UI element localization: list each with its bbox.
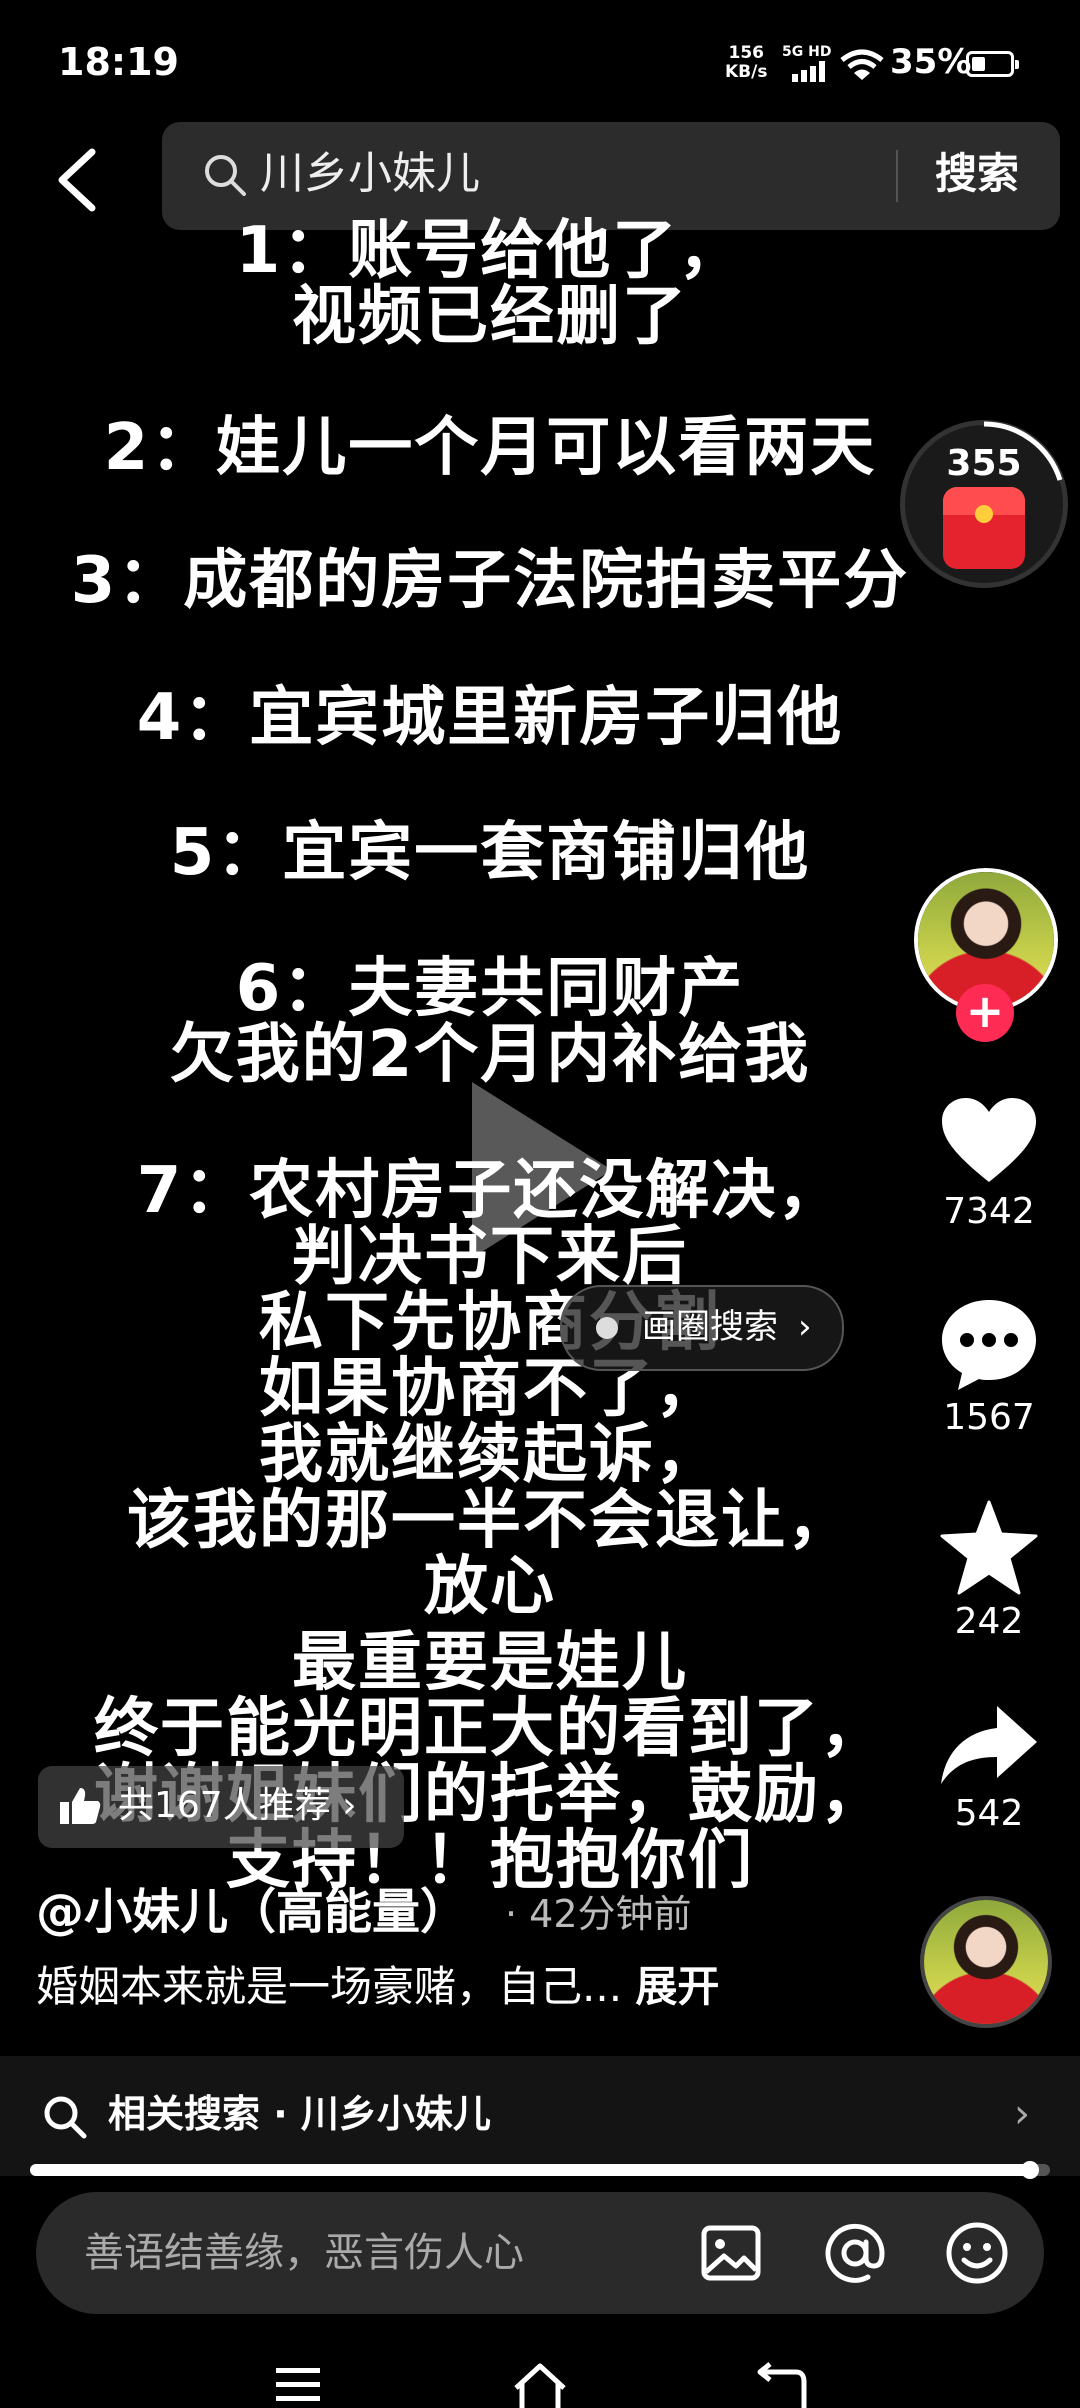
recommend-label: 共167人推荐 › xyxy=(118,1785,357,1826)
description-text: 婚姻本来就是一场豪赌，自己... xyxy=(36,1962,623,2011)
chevron-right-icon: › xyxy=(798,1307,812,1347)
clock: 18:19 xyxy=(58,40,179,84)
search-icon xyxy=(205,155,246,196)
related-search-bar[interactable]: 相关搜索 · 川乡小妹儿 › xyxy=(0,2056,1080,2176)
chevron-right-icon: › xyxy=(1014,2091,1030,2137)
comment-input[interactable]: 善语结善缘，恶言伤人心 xyxy=(84,2222,524,2284)
wifi-icon xyxy=(840,49,884,80)
author-handle[interactable]: @小妹儿（高能量） xyxy=(36,1880,468,1944)
post-time: · 42分钟前 xyxy=(505,1892,692,1936)
network-speed-value: 156 xyxy=(728,43,764,63)
caption-line: 6：夫妻共同财产 xyxy=(235,952,745,1026)
progress-handle[interactable] xyxy=(1021,2161,1039,2179)
comment-count: 1567 xyxy=(943,1397,1035,1438)
caption-line: 我就继续起诉， xyxy=(259,1418,721,1492)
caption-line: 最重要是娃儿 xyxy=(292,1626,688,1700)
circle-search-button[interactable]: 画圈搜索 › xyxy=(560,1285,844,1371)
disc-image xyxy=(924,1900,1048,2024)
caption-line: 3：成都的房子法院拍卖平分 xyxy=(70,544,910,618)
red-packet-count: 355 xyxy=(946,443,1022,484)
comment-icon xyxy=(942,1300,1036,1390)
at-icon[interactable] xyxy=(822,2220,888,2286)
search-icon xyxy=(44,2096,87,2139)
caption-line: 1：账号给他了， xyxy=(235,214,745,288)
image-icon[interactable] xyxy=(698,2220,764,2286)
caption-line: 判决书下来后 xyxy=(292,1220,688,1294)
search-divider xyxy=(896,150,898,202)
related-search-label: 相关搜索 · 川乡小妹儿 xyxy=(108,2092,491,2136)
star-icon xyxy=(940,1500,1038,1595)
search-query[interactable]: 川乡小妹儿 xyxy=(260,144,480,204)
caption-line: 4：宜宾城里新房子归他 xyxy=(136,681,844,755)
back-arrow-icon[interactable] xyxy=(44,140,114,220)
comment-button[interactable]: 1567 xyxy=(914,1296,1064,1440)
caption-line: 视频已经删了 xyxy=(292,280,688,354)
caption-line: 2：娃儿一个月可以看两天 xyxy=(103,411,877,485)
video-description[interactable]: 婚姻本来就是一场豪赌，自己... 展开 xyxy=(36,1955,719,2019)
red-packet-widget[interactable]: 355 xyxy=(900,420,1068,588)
system-nav-bar xyxy=(0,2340,1080,2408)
comment-input-bar[interactable]: 善语结善缘，恶言伤人心 xyxy=(36,2192,1044,2314)
video-screen: 18:19 156 KB/s 5G HD 35% 川乡小妹儿 搜索 1：账号给他… xyxy=(0,0,1080,2408)
thumbs-up-icon xyxy=(60,1788,101,1824)
favorite-count: 242 xyxy=(954,1601,1024,1642)
menu-icon[interactable] xyxy=(270,2362,330,2408)
expand-button[interactable]: 展开 xyxy=(635,1962,719,2011)
favorite-button[interactable]: 242 xyxy=(914,1500,1064,1644)
recommend-chip[interactable]: 共167人推荐 › xyxy=(38,1766,404,1848)
signal-icon xyxy=(792,61,825,82)
home-icon[interactable] xyxy=(510,2362,570,2408)
back-nav-icon[interactable] xyxy=(752,2362,812,2408)
share-count: 542 xyxy=(954,1793,1024,1834)
caption-line: 放心 xyxy=(424,1550,556,1624)
heart-icon xyxy=(942,1098,1036,1182)
circle-search-label: 画圈搜索 xyxy=(642,1307,778,1347)
video-progress-bar[interactable] xyxy=(30,2161,1050,2179)
network-speed-unit: KB/s xyxy=(725,62,768,82)
network-type-label: 5G HD xyxy=(782,44,832,60)
music-disc-avatar[interactable] xyxy=(920,1896,1052,2028)
caption-line: 7：农村房子还没解决， xyxy=(136,1154,844,1228)
emoji-icon[interactable] xyxy=(944,2220,1010,2286)
share-button[interactable]: 542 xyxy=(914,1702,1064,1836)
red-packet-icon xyxy=(943,487,1025,569)
like-button[interactable]: 7342 xyxy=(914,1096,1064,1234)
battery-icon xyxy=(966,51,1019,77)
caption-line: 终于能光明正大的看到了， xyxy=(94,1692,886,1766)
caption-line: 该我的那一半不会退让， xyxy=(127,1484,853,1558)
share-icon xyxy=(941,1706,1037,1784)
like-count: 7342 xyxy=(943,1191,1035,1232)
circle-search-icon xyxy=(596,1317,618,1339)
battery-level xyxy=(972,57,985,71)
network-speed: 156 KB/s xyxy=(725,44,767,82)
battery-percent: 35% xyxy=(890,42,972,82)
status-bar: 18:19 156 KB/s 5G HD 35% xyxy=(0,0,1080,120)
follow-button[interactable]: + xyxy=(956,984,1014,1042)
progress-fill xyxy=(30,2164,1030,2176)
search-button[interactable]: 搜索 xyxy=(935,144,1019,204)
caption-line: 5：宜宾一套商铺归他 xyxy=(169,816,811,890)
caption-line: 如果协商不了， xyxy=(259,1352,721,1426)
